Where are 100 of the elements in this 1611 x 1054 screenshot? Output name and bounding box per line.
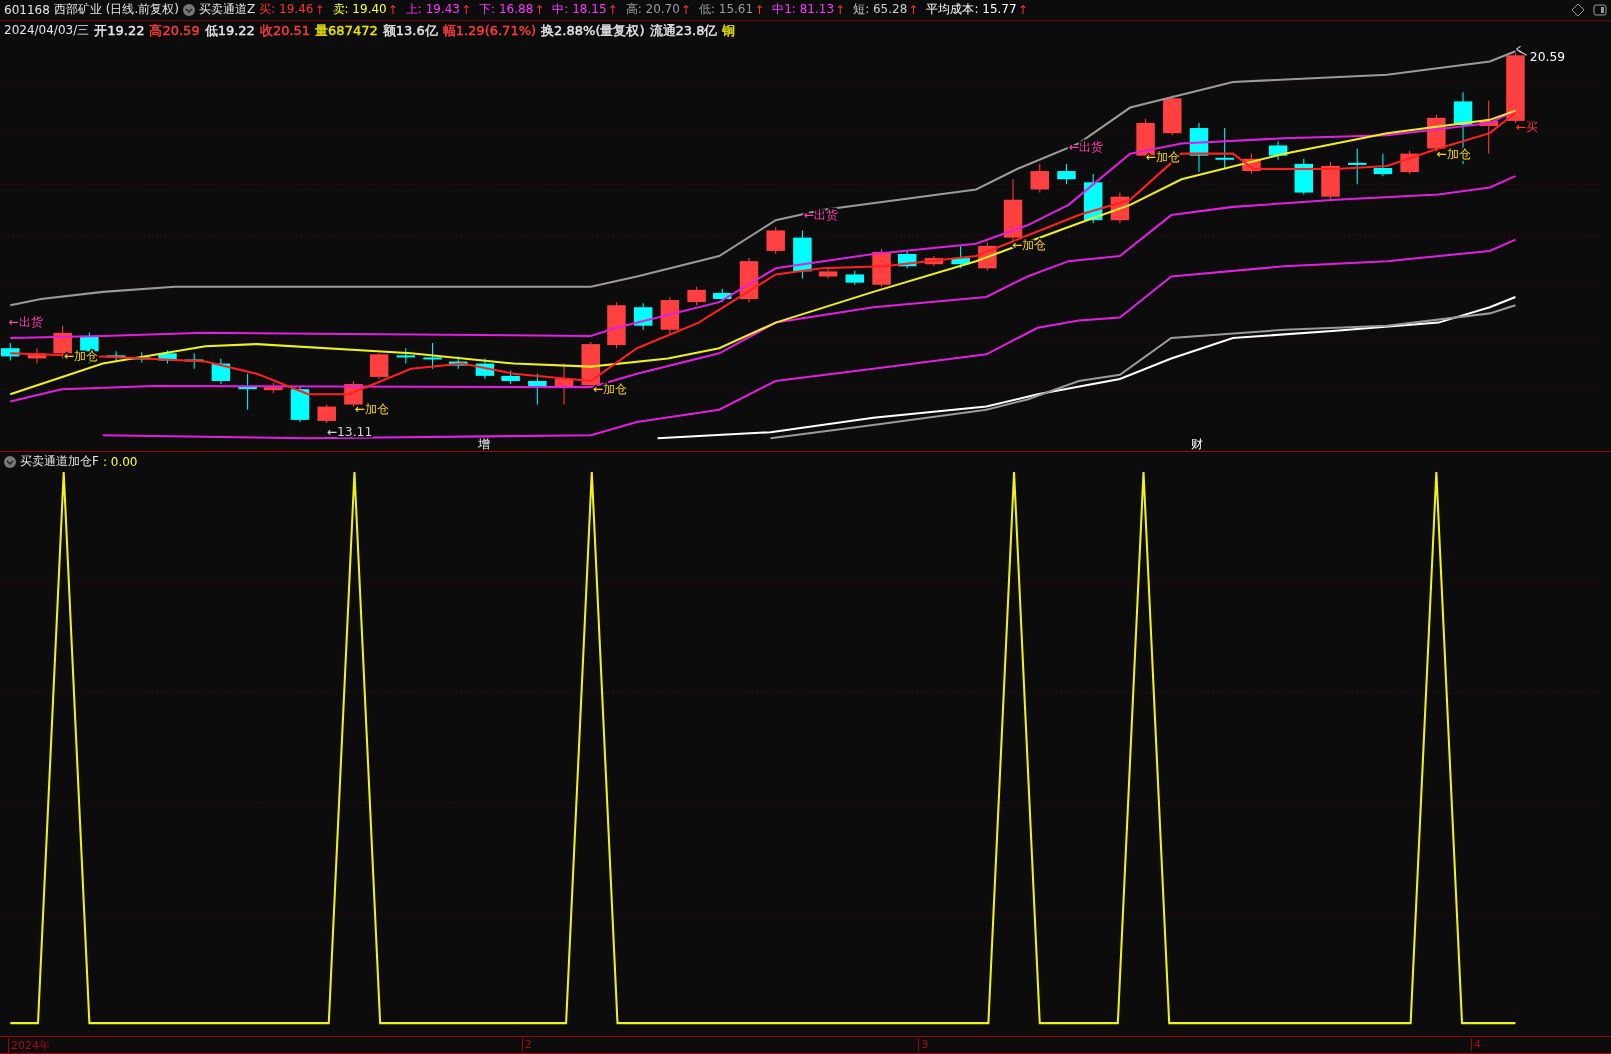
- candlestick: [369, 352, 389, 380]
- candlestick: [1189, 122, 1209, 173]
- trend-arrow: ↑: [607, 3, 618, 17]
- signal-label: ←加仓: [354, 401, 389, 416]
- pointer-icon: [1515, 45, 1528, 56]
- candlestick: [1, 342, 20, 361]
- trend-arrow: ↑: [835, 3, 846, 17]
- candlestick: [423, 342, 442, 370]
- candlestick: [501, 370, 520, 385]
- axis-label: 2: [521, 1038, 532, 1052]
- candlestick: [264, 382, 283, 394]
- candlestick: [554, 363, 574, 405]
- indicator-value: 短: 65.28: [853, 1, 908, 19]
- candlestick: [1373, 153, 1393, 177]
- indicator-value: 下: 16.88: [479, 1, 534, 19]
- quote-field: 换2.88%(量复权): [541, 21, 645, 40]
- candlestick: [1506, 52, 1525, 124]
- candlestick: [1030, 163, 1049, 194]
- quote-field: 量687472: [315, 21, 378, 40]
- event-marker: 增: [477, 436, 490, 451]
- candlestick: [528, 373, 547, 405]
- quote-field: 低19.22: [204, 21, 255, 40]
- candlestick: [396, 347, 416, 365]
- signal-label: ←买: [1515, 120, 1538, 135]
- candlestick: [238, 373, 257, 411]
- indicator-value: 买: 19.46: [259, 1, 314, 19]
- indicator-name: 买卖通道Z: [199, 1, 256, 19]
- candlestick: [184, 352, 204, 370]
- candlestick: [1215, 127, 1234, 170]
- candlestick: [687, 286, 706, 306]
- candlestick: [1348, 147, 1367, 185]
- indicator-value: 上: 19.43: [405, 1, 460, 19]
- candlestick: [1294, 158, 1314, 196]
- candlestick: [793, 229, 812, 280]
- candlestick: [27, 347, 47, 365]
- high-price-label: 20.59: [1529, 50, 1566, 65]
- trend-arrow: ↑: [754, 3, 765, 17]
- candlestick: [845, 269, 865, 286]
- candlestick: [897, 249, 917, 269]
- trend-arrow: ↑: [314, 3, 325, 17]
- dropdown-icon[interactable]: [4, 455, 16, 468]
- candlestick: [1110, 192, 1130, 224]
- trend-arrow: ↑: [387, 3, 398, 17]
- panel-icon[interactable]: [1593, 3, 1607, 17]
- candlestick: [660, 296, 680, 335]
- candlestick: [1321, 161, 1340, 200]
- signal-label: ←加仓: [592, 382, 628, 397]
- event-marker: 财: [1190, 436, 1203, 451]
- quote-field: 高20.59: [149, 21, 200, 40]
- candlestick: [607, 301, 626, 349]
- candlestick: [924, 255, 944, 267]
- quote-field: 开19.22: [94, 21, 145, 40]
- candlestick: [1083, 173, 1103, 224]
- candlestick: [449, 355, 468, 370]
- candlestick: [1057, 163, 1076, 185]
- candlestick: [317, 404, 336, 424]
- period-label: (日线.前复权): [105, 1, 179, 19]
- trend-arrow: ↑: [534, 3, 545, 17]
- quote-field: 幅1.29(6.71%): [442, 21, 537, 40]
- trend-arrow: ↑: [1017, 3, 1028, 17]
- stock-name: 西部矿业: [53, 1, 102, 19]
- axis-label: 2024年: [8, 1038, 50, 1054]
- candlestick: [106, 350, 126, 361]
- indicator-value: 卖: 19.40: [332, 1, 387, 19]
- candlestick: [1479, 99, 1498, 155]
- stock-code: 601168: [4, 3, 50, 17]
- signal-label: ←13.11: [326, 425, 373, 440]
- signal-label: ←加仓: [1012, 237, 1047, 252]
- candlestick: [1163, 94, 1182, 136]
- indicator-title: 买卖通道加仓F: [20, 453, 99, 471]
- candlestick: [1400, 150, 1419, 175]
- candlestick: [290, 386, 310, 423]
- candlestick: [818, 267, 838, 280]
- candlestick: [158, 349, 177, 365]
- indicator-value: 高: 20.70: [625, 1, 680, 19]
- candlestick: [1242, 153, 1261, 175]
- quote-field: 流通23.8亿: [649, 21, 718, 40]
- diamond-icon[interactable]: [1571, 3, 1585, 17]
- axis-label: 4: [1471, 1038, 1481, 1052]
- indicator-reading: : 0.00: [102, 454, 138, 469]
- candlestick: [951, 245, 970, 269]
- trend-arrow: ↑: [908, 3, 919, 17]
- candlestick: [1268, 140, 1288, 161]
- axis-label: 3: [918, 1038, 929, 1052]
- trend-arrow: ↑: [461, 3, 472, 17]
- indicator-value: 中: 18.15: [552, 1, 607, 19]
- indicator-value: 低: 15.61: [698, 1, 754, 19]
- indicator-value: 中1: 81.13: [772, 1, 835, 19]
- quote-field: 铜: [722, 21, 736, 40]
- indicator-value: 平均成本: 15.77: [926, 1, 1017, 19]
- quote-date: 2024/04/03/三: [4, 22, 90, 40]
- dropdown-icon[interactable]: [183, 4, 195, 16]
- candlestick: [633, 302, 653, 331]
- trend-arrow: ↑: [680, 3, 691, 17]
- candlestick: [766, 226, 785, 255]
- quote-field: 额13.6亿: [382, 21, 438, 40]
- signal-label: ←出货: [8, 314, 43, 329]
- quote-field: 收20.51: [259, 21, 311, 40]
- candlestick: [475, 357, 495, 380]
- candlestick: [713, 288, 732, 303]
